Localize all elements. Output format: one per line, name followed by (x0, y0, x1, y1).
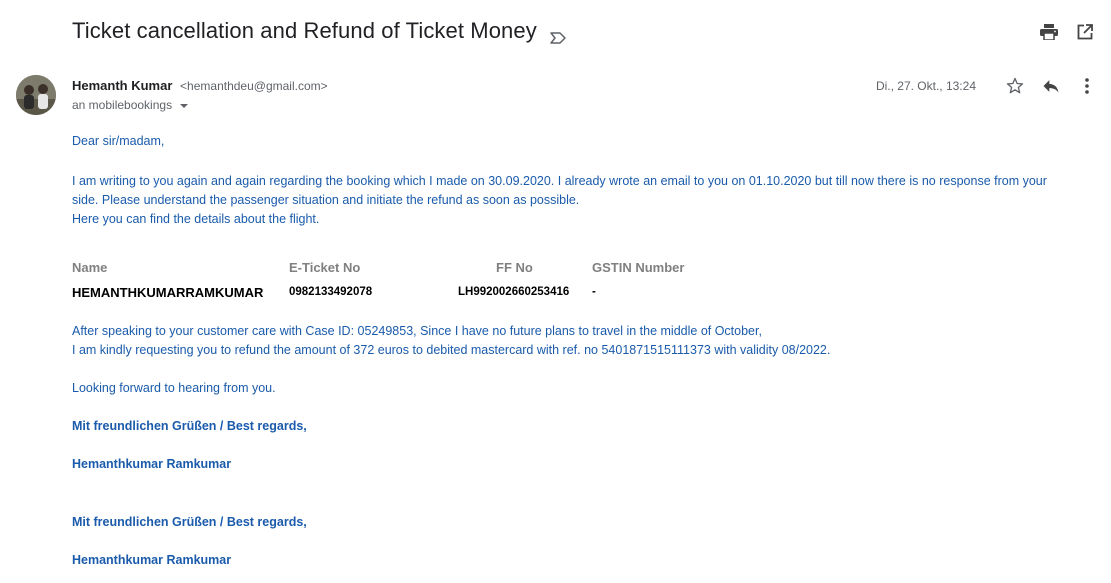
column-header-eticket: E-Ticket No (289, 260, 361, 275)
chevron-down-icon[interactable] (180, 103, 189, 108)
avatar[interactable] (16, 75, 56, 115)
print-icon[interactable] (1039, 22, 1059, 42)
paragraph-line: side. Please understand the passenger si… (72, 193, 580, 207)
paragraph-closing: Looking forward to hearing from you. (72, 381, 276, 395)
star-icon[interactable] (1005, 76, 1025, 96)
sender: Hemanth Kumar <hemanthdeu@gmail.com> (72, 78, 328, 93)
paragraph-line: Here you can find the details about the … (72, 212, 320, 226)
cell-ffno: LH992002660253416 (458, 286, 570, 298)
cell-gstin: - (592, 286, 596, 298)
sender-name[interactable]: Hemanth Kumar (72, 78, 172, 93)
paragraph-line: After speaking to your customer care wit… (72, 324, 762, 338)
cell-eticket: 0982133492078 (289, 286, 373, 298)
open-in-new-window-icon[interactable] (1075, 22, 1095, 42)
email-date: Di., 27. Okt., 13:24 (875, 79, 976, 93)
signature-name: Hemanthkumar Ramkumar (72, 553, 232, 567)
signature-name: Hemanthkumar Ramkumar (72, 457, 232, 471)
recipient-text: an mobilebookings (72, 98, 173, 112)
sender-email: <hemanthdeu@gmail.com> (180, 79, 328, 93)
column-header-ffno: FF No (496, 260, 533, 275)
paragraph-line: I am kindly requesting you to refund the… (72, 343, 831, 357)
column-header-name: Name (72, 260, 108, 275)
paragraph-intro: I am writing to you again and again rega… (72, 172, 1092, 229)
thread-actions (1039, 22, 1095, 42)
cell-name: HEMANTHKUMARRAMKUMAR (72, 285, 264, 300)
signature-regards: Mit freundlichen Grüßen / Best regards, (72, 515, 307, 529)
more-vert-icon[interactable] (1077, 76, 1097, 96)
label-important-icon[interactable] (549, 25, 567, 44)
paragraph-refund: After speaking to your customer care wit… (72, 322, 830, 360)
signature-regards: Mit freundlichen Grüßen / Best regards, (72, 419, 307, 433)
email-subject-row: Ticket cancellation and Refund of Ticket… (72, 18, 567, 44)
paragraph-line: I am writing to you again and again rega… (72, 174, 1047, 188)
email-subject: Ticket cancellation and Refund of Ticket… (72, 18, 537, 43)
recipient-row[interactable]: an mobilebookings (72, 98, 189, 112)
greeting: Dear sir/madam, (72, 134, 165, 148)
reply-icon[interactable] (1041, 76, 1061, 96)
column-header-gstin: GSTIN Number (592, 260, 685, 275)
email-view: Ticket cancellation and Refund of Ticket… (0, 0, 1111, 583)
message-actions (1005, 76, 1097, 96)
